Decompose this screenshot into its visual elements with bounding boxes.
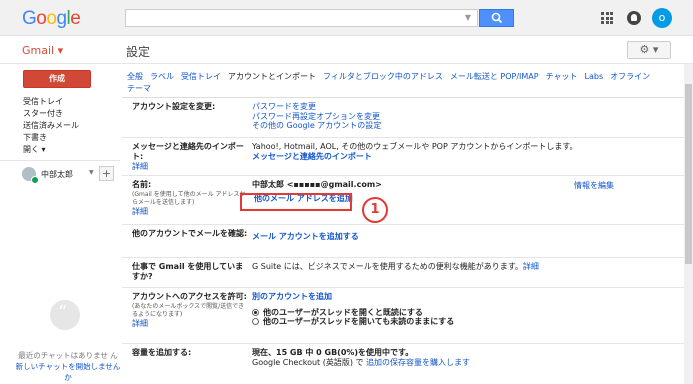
annotation-step-badge: 1 <box>362 197 388 223</box>
row-check-mail: 他のアカウントでメールを確認: メール アカウントを追加する <box>122 225 687 258</box>
start-chat-link[interactable]: 新しいチャットを開始しません か <box>14 361 122 383</box>
keep-unread-option[interactable]: 他のユーザーがスレッドを開いても未読のままにする <box>252 317 672 327</box>
import-detail-link[interactable]: 詳細 <box>132 162 250 172</box>
tab-themes[interactable]: テーマ <box>127 84 151 93</box>
settings-gear-button[interactable]: ⚙ ▾ <box>627 41 671 59</box>
tab-chat[interactable]: チャット <box>546 72 578 81</box>
page-title: 設定 <box>126 45 151 59</box>
edit-info-link[interactable]: 情報を編集 <box>574 180 614 191</box>
scrollbar[interactable] <box>684 64 693 384</box>
tab-labels[interactable]: ラベル <box>150 72 174 81</box>
grant-note: (あなたのメールボックスで閲覧/送信できるようになります) <box>132 303 245 318</box>
gsuite-detail-link[interactable]: 詳細 <box>523 262 539 271</box>
add-mail-account-link[interactable]: メール アカウントを追加する <box>252 232 672 242</box>
row-grant-access: アカウントへのアクセスを許可: (あなたのメールボックスで閲覧/送信できるように… <box>122 288 687 344</box>
apps-grid-icon[interactable] <box>601 12 613 24</box>
sidebar-nav: 受信トレイ スター付き 送信済みメール 下書き 開く ▾ <box>23 96 79 156</box>
chat-bubble-icon: “ <box>50 300 80 330</box>
change-password-link[interactable]: パスワードを変更 <box>252 102 672 112</box>
settings-tabs: 全般 ラベル 受信トレイ アカウントとインポート フィルタとブロック中のアドレス メール転… <box>127 71 682 95</box>
row-value: 別のアカウントを追加 他のユーザーがスレッドを開くと既読にする 他のユーザーがス… <box>252 292 672 327</box>
annotation-highlight-box <box>240 193 352 211</box>
account-avatar[interactable]: o <box>652 8 672 28</box>
sidebar-item-more[interactable]: 開く ▾ <box>23 144 79 156</box>
row-account-settings: アカウント設定を変更: パスワードを変更 パスワード再設定オプションを変更 その… <box>122 98 687 138</box>
import-mail-contacts-link[interactable]: メッセージと連絡先のインポート <box>252 152 672 162</box>
sidebar-item-starred[interactable]: スター付き <box>23 108 79 120</box>
row-value: G Suite には、ビジネスでメールを使用するための便利な機能があります。詳細 <box>252 262 672 272</box>
sub-bar: Gmail ▾ 設定 ⚙ ▾ <box>0 36 693 64</box>
change-recovery-link[interactable]: パスワード再設定オプションを変更 <box>252 112 672 122</box>
notifications-icon[interactable] <box>627 11 641 25</box>
row-work: 仕事で Gmail を使用していますか? G Suite には、ビジネスでメール… <box>122 258 687 288</box>
row-label: メッセージと連絡先のインポート: 詳細 <box>132 142 250 172</box>
checkout-text: Google Checkout (英語版) で <box>252 357 364 367</box>
grant-detail-link[interactable]: 詳細 <box>132 319 250 329</box>
chat-empty-text: 最近のチャットはありませ ん <box>18 351 118 360</box>
import-description: Yahoo!, Hotmail, AOL, その他のウェブメールや POP アカ… <box>252 142 578 151</box>
mark-read-option[interactable]: 他のユーザーがスレッドを開くと既読にする <box>252 308 672 318</box>
row-label: 名前: (Gmail を使用して他のメール アドレスからメールを送信します) 詳… <box>132 180 250 217</box>
row-value: メール アカウントを追加する <box>252 229 672 242</box>
row-import: メッセージと連絡先のインポート: 詳細 Yahoo!, Hotmail, AOL… <box>122 138 687 176</box>
tab-general[interactable]: 全般 <box>127 72 143 81</box>
sidebar-item-inbox[interactable]: 受信トレイ <box>23 96 79 108</box>
chevron-down-icon[interactable]: ▼ <box>89 169 94 176</box>
gmail-settings-page: Google ▼ o Gmail ▾ 設定 ⚙ ▾ 作成 受信トレイ スター付き… <box>0 0 693 384</box>
add-user-button[interactable]: + <box>99 166 114 181</box>
sidebar-item-drafts[interactable]: 下書き <box>23 132 79 144</box>
top-bar: Google ▼ o <box>0 0 693 36</box>
tab-forwarding-pop-imap[interactable]: メール転送と POP/IMAP <box>450 72 539 81</box>
tab-inbox[interactable]: 受信トレイ <box>181 72 221 81</box>
google-logo[interactable]: Google <box>22 8 81 30</box>
gsuite-description: G Suite には、ビジネスでメールを使用するための便利な機能があります。 <box>252 262 523 271</box>
row-value: Yahoo!, Hotmail, AOL, その他のウェブメールや POP アカ… <box>252 142 672 161</box>
row-name: 名前: (Gmail を使用して他のメール アドレスからメールを送信します) 詳… <box>122 176 687 225</box>
search-options-icon[interactable]: ▼ <box>465 13 471 22</box>
compose-button[interactable]: 作成 <box>23 70 91 88</box>
sidebar-item-sent[interactable]: 送信済みメール <box>23 120 79 132</box>
row-label: アカウント設定を変更: <box>132 102 216 111</box>
row-value: パスワードを変更 パスワード再設定オプションを変更 その他の Google アカ… <box>252 102 672 131</box>
search-button[interactable] <box>479 9 514 27</box>
row-label: 仕事で Gmail を使用していますか? <box>132 262 244 281</box>
radio-unselected-icon[interactable] <box>252 318 259 325</box>
gmail-app-switcher[interactable]: Gmail ▾ <box>22 44 63 57</box>
row-value: 現在、15 GB 中 0 GB(0%)を使用中です。 Google Checko… <box>252 348 672 367</box>
tab-filters[interactable]: フィルタとブロック中のアドレス <box>323 72 443 81</box>
tab-accounts-import[interactable]: アカウントとインポート <box>228 72 316 81</box>
row-label: アカウントへのアクセスを許可: (あなたのメールボックスで閲覧/送信できるように… <box>132 292 250 329</box>
chat-empty-panel: 最近のチャットはありませ ん 新しいチャットを開始しません か <box>14 350 122 383</box>
name-note: (Gmail を使用して他のメール アドレスからメールを送信します) <box>132 191 246 206</box>
user-avatar <box>22 167 39 184</box>
sidebar-divider <box>0 160 120 161</box>
search-icon <box>491 12 503 24</box>
user-name: 中部太郎 <box>41 170 73 179</box>
other-google-settings-link[interactable]: その他の Google アカウントの設定 <box>252 121 672 131</box>
name-detail-link[interactable]: 詳細 <box>132 207 250 217</box>
tab-labs[interactable]: Labs <box>585 72 604 81</box>
scrollbar-thumb[interactable] <box>685 84 692 264</box>
storage-usage: 現在、15 GB 中 0 GB(0%)を使用中です。 <box>252 348 414 357</box>
add-another-account-link[interactable]: 別のアカウントを追加 <box>252 292 672 302</box>
row-label: 容量を追加する: <box>132 348 192 357</box>
search-input[interactable]: ▼ <box>125 9 478 27</box>
buy-storage-link[interactable]: 追加の保存容量を購入します <box>366 358 470 367</box>
row-storage: 容量を追加する: 現在、15 GB 中 0 GB(0%)を使用中です。 Goog… <box>122 344 687 378</box>
radio-selected-icon[interactable] <box>252 308 259 316</box>
divider <box>0 63 693 64</box>
tab-offline[interactable]: オフライン <box>610 72 650 81</box>
row-label: 他のアカウントでメールを確認: <box>132 229 248 238</box>
accounts-settings-table: アカウント設定を変更: パスワードを変更 パスワード再設定オプションを変更 その… <box>122 97 687 378</box>
